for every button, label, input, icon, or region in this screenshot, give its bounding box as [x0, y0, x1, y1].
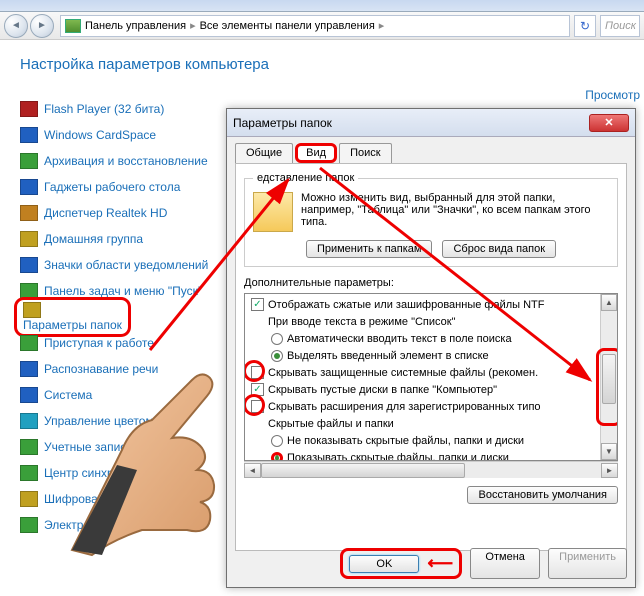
ok-button[interactable]: OK [349, 555, 419, 573]
cpl-icon [20, 231, 38, 247]
radio-icon[interactable] [271, 350, 283, 362]
cpl-link[interactable]: Диспетчер Realtek HD [44, 206, 167, 220]
advanced-label: Дополнительные параметры: [244, 277, 618, 289]
dialog-footer: OK ⟵ Отмена Применить [235, 548, 627, 579]
checkbox-icon[interactable]: ✓ [251, 383, 264, 396]
tab-page-view: едставление папок Можно изменить вид, вы… [235, 163, 627, 551]
scroll-left-button[interactable]: ◄ [244, 463, 261, 478]
cpl-icon [23, 302, 41, 318]
page-title: Настройка параметров компьютера [20, 56, 644, 73]
cpl-icon [20, 517, 38, 533]
cpl-icon [20, 101, 38, 117]
address-bar: ◄ ► Панель управления ▸ Все элементы пан… [0, 12, 644, 40]
tab-view[interactable]: Вид [295, 143, 337, 163]
control-panel-icon [65, 19, 81, 33]
checkbox-icon[interactable]: ✓ [251, 298, 264, 311]
dialog-title: Параметры папок [233, 116, 589, 130]
scroll-down-button[interactable]: ▼ [601, 443, 617, 460]
cpl-icon [20, 387, 38, 403]
cpl-icon [20, 153, 38, 169]
cpl-link[interactable]: Панель задач и меню "Пуск" [44, 284, 202, 298]
cpl-link[interactable]: Значки области уведомлений [44, 258, 208, 272]
chevron-right-icon: ▸ [190, 19, 196, 32]
annotation-box: Параметры папок [14, 297, 131, 337]
cpl-link[interactable]: Распознавание речи [44, 362, 158, 376]
close-button[interactable]: ✕ [589, 114, 629, 132]
scroll-right-button[interactable]: ► [601, 463, 618, 478]
cpl-link[interactable]: Центр синхро [44, 466, 120, 480]
folder-views-group: едставление папок Можно изменить вид, вы… [244, 172, 618, 267]
cpl-link[interactable]: Электро [44, 518, 90, 532]
group-description: Можно изменить вид, выбранный для этой п… [301, 192, 609, 232]
cpl-link[interactable]: Домашняя группа [44, 232, 143, 246]
cpl-link[interactable]: Flash Player (32 бита) [44, 102, 164, 116]
scroll-thumb[interactable] [602, 354, 616, 404]
cpl-icon [20, 179, 38, 195]
cpl-link[interactable]: Учетные записи и [44, 440, 143, 454]
radio-icon[interactable] [271, 435, 283, 447]
cpl-link[interactable]: Шифрова [44, 492, 98, 506]
folder-views-icon [253, 192, 293, 232]
scroll-thumb[interactable] [261, 463, 465, 478]
forward-button[interactable]: ► [30, 14, 54, 38]
chevron-right-icon: ▸ [379, 19, 385, 32]
cpl-link[interactable]: Гаджеты рабочего стола [44, 180, 180, 194]
advanced-settings-tree[interactable]: ✓Отображать сжатые или зашифрованные фай… [244, 293, 618, 461]
cpl-link[interactable]: Архивация и восстановление [44, 154, 208, 168]
breadcrumb[interactable]: Панель управления ▸ Все элементы панели … [60, 15, 570, 37]
horizontal-scrollbar[interactable]: ◄ ► [244, 461, 618, 478]
tab-search[interactable]: Поиск [339, 143, 391, 163]
cpl-icon [20, 335, 38, 351]
cpl-icon [20, 491, 38, 507]
search-input[interactable]: Поиск [600, 15, 640, 37]
cpl-link[interactable]: Windows CardSpace [44, 128, 156, 142]
cpl-icon [20, 465, 38, 481]
checkbox-icon[interactable] [251, 400, 264, 413]
breadcrumb-seg[interactable]: Все элементы панели управления [200, 20, 375, 32]
tab-row: Общие Вид Поиск [227, 137, 635, 163]
folder-options-dialog: Параметры папок ✕ Общие Вид Поиск едстав… [226, 108, 636, 588]
cpl-icon [20, 439, 38, 455]
refresh-button[interactable]: ↻ [574, 15, 596, 37]
vertical-scrollbar[interactable]: ▲ ▼ [600, 294, 617, 460]
arrow-left-icon: ⟵ [427, 553, 453, 574]
radio-icon[interactable] [271, 452, 283, 462]
breadcrumb-seg[interactable]: Панель управления [85, 20, 186, 32]
restore-defaults-button[interactable]: Восстановить умолчания [467, 486, 618, 504]
view-mode-label[interactable]: Просмотр [585, 88, 640, 102]
cpl-icon [20, 413, 38, 429]
scroll-up-button[interactable]: ▲ [601, 294, 617, 311]
cpl-icon [20, 205, 38, 221]
tab-general[interactable]: Общие [235, 143, 293, 163]
apply-button[interactable]: Применить [548, 548, 627, 579]
checkbox-icon[interactable] [251, 366, 264, 379]
cpl-link[interactable]: Система [44, 388, 92, 402]
cancel-button[interactable]: Отмена [470, 548, 540, 579]
radio-icon[interactable] [271, 333, 283, 345]
cpl-link[interactable]: Параметры папок [23, 318, 122, 332]
cpl-link[interactable]: Приступая к работе [44, 336, 154, 350]
annotation-box: OK ⟵ [340, 548, 462, 579]
group-legend: едставление папок [253, 172, 358, 184]
cpl-icon [20, 257, 38, 273]
cpl-icon [20, 361, 38, 377]
dialog-titlebar[interactable]: Параметры папок ✕ [227, 109, 635, 137]
reset-folders-button[interactable]: Сброс вида папок [442, 240, 556, 258]
cpl-link[interactable]: Управление цветом [44, 414, 154, 428]
back-button[interactable]: ◄ [4, 14, 28, 38]
cpl-icon [20, 127, 38, 143]
apply-to-folders-button[interactable]: Применить к папкам [306, 240, 433, 258]
